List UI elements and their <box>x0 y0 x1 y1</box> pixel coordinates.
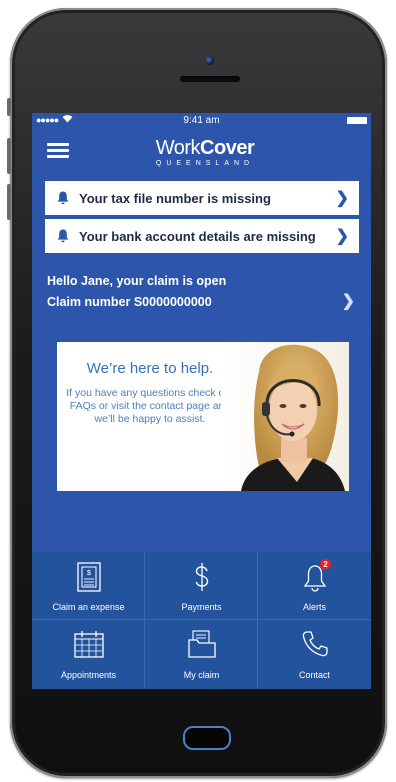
battery-icon <box>347 117 367 124</box>
chevron-right-icon[interactable]: ❯ <box>342 291 355 311</box>
nav-label: Alerts <box>302 602 326 612</box>
claim-greeting: Hello Jane, your claim is open <box>47 274 227 288</box>
notice-label: Your bank account details are missing <box>79 228 316 244</box>
notice-bank-account[interactable]: Your bank account details are missing ❯ <box>45 219 359 253</box>
support-agent-photo <box>221 342 349 491</box>
claim-number: Claim number S0000000000 <box>47 295 212 309</box>
folder-icon <box>187 630 216 658</box>
calendar-icon <box>73 631 104 658</box>
nav-my-claim[interactable]: My claim <box>145 620 258 688</box>
volume-down-button <box>7 184 11 220</box>
workcover-logo: WorkCover QUEENSLAND <box>150 137 260 167</box>
help-title: We’re here to help. <box>86 360 214 377</box>
nav-claim-expense[interactable]: $ Claim an expense <box>32 552 145 620</box>
app-screen: ●●●●● 9:41 am WorkCover QUEENSLAND Your … <box>32 113 371 689</box>
alerts-badge: 2 <box>320 559 331 570</box>
status-bar: ●●●●● 9:41 am <box>32 113 371 129</box>
nav-alerts[interactable]: 2 Alerts <box>258 552 371 620</box>
nav-label: Appointments <box>60 670 117 680</box>
svg-text:$: $ <box>87 570 91 577</box>
notice-label: Your tax file number is missing <box>79 190 271 206</box>
status-time: 9:41 am <box>183 115 220 126</box>
front-camera <box>205 56 214 65</box>
hamburger-menu-icon[interactable] <box>47 143 69 159</box>
logo-light: Work <box>155 137 201 159</box>
home-button[interactable] <box>183 726 231 750</box>
dollar-icon <box>195 563 208 591</box>
volume-up-button <box>7 138 11 174</box>
nav-contact[interactable]: Contact <box>258 620 371 688</box>
mute-switch <box>7 98 11 116</box>
earpiece-speaker <box>180 76 240 82</box>
nav-payments[interactable]: Payments <box>145 552 258 620</box>
bell-icon <box>57 229 69 243</box>
bell-icon <box>57 191 69 205</box>
logo-subtitle: QUEENSLAND <box>155 160 255 167</box>
notice-tax-file-number[interactable]: Your tax file number is missing ❯ <box>45 181 359 215</box>
help-banner[interactable]: We’re here to help. If you have any ques… <box>57 342 349 491</box>
logo-bold: Cover <box>200 137 255 159</box>
nav-grid: $ Claim an expense Payments 2 Alerts App… <box>32 552 371 689</box>
receipt-icon: $ <box>76 562 101 592</box>
nav-label: Contact <box>298 670 331 680</box>
nav-label: My claim <box>183 670 220 680</box>
nav-label: Claim an expense <box>52 602 125 612</box>
nav-appointments[interactable]: Appointments <box>32 620 145 688</box>
chevron-right-icon: ❯ <box>335 228 349 245</box>
chevron-right-icon: ❯ <box>335 190 349 207</box>
help-body: If you have any questions check our FAQs… <box>66 387 234 425</box>
nav-label: Payments <box>181 602 222 612</box>
phone-icon <box>302 631 328 657</box>
